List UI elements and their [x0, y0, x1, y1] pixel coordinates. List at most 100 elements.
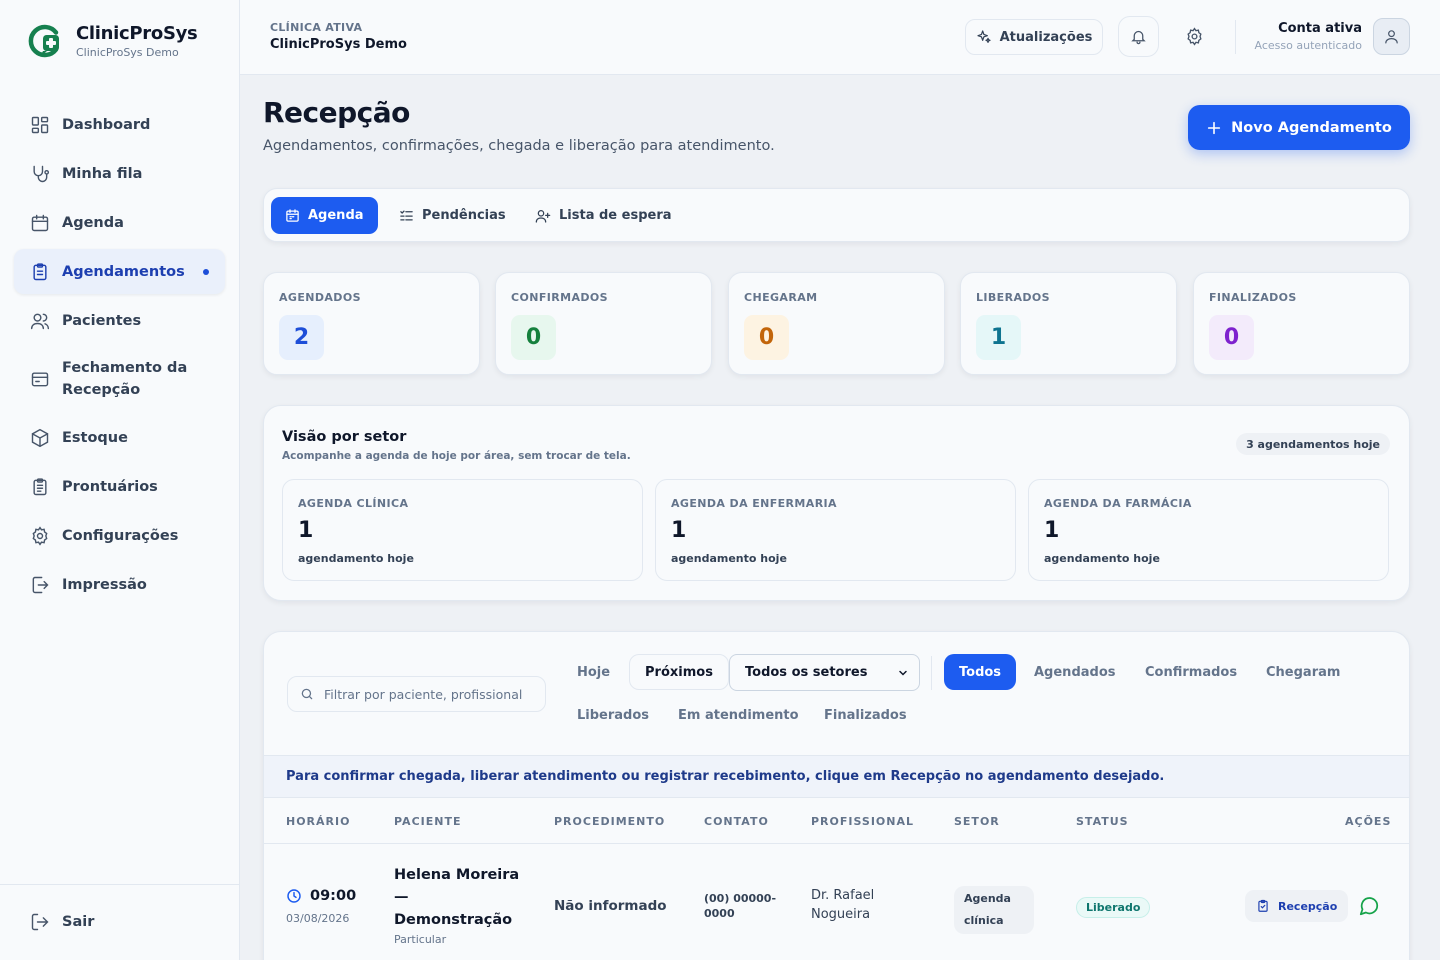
- sector-label: AGENDA DA ENFERMARIA: [671, 497, 837, 510]
- sidebar-item-impressao[interactable]: Impressão: [14, 562, 225, 607]
- sector-overview-title: Visão por setor: [282, 429, 407, 445]
- active-indicator-dot: [203, 268, 209, 275]
- sidebar-nav: Dashboard Minha fila Agenda Agendamentos…: [14, 102, 225, 611]
- appointment-date: 03/08/2026: [286, 912, 350, 925]
- column-header-paciente: PACIENTE: [394, 815, 462, 828]
- stat-card-liberados: LIBERADOS 1: [960, 272, 1177, 375]
- logout-button[interactable]: Sair: [30, 912, 94, 932]
- column-header-horario: HORÁRIO: [286, 815, 351, 828]
- settings-button[interactable]: [1174, 16, 1215, 57]
- sector-card-clinica[interactable]: AGENDA CLÍNICA 1 agendamento hoje: [282, 479, 643, 581]
- sidebar-item-label: Dashboard: [62, 116, 151, 133]
- search-icon: [301, 688, 313, 700]
- filter-divider: [931, 656, 932, 690]
- search-input[interactable]: [324, 686, 524, 702]
- topbar-divider: [1235, 20, 1236, 54]
- tab-pendencias[interactable]: Pendências: [385, 197, 520, 234]
- search-field[interactable]: [287, 676, 546, 712]
- tab-agenda[interactable]: Agenda: [271, 197, 378, 234]
- bell-icon: [1131, 30, 1146, 45]
- filter-status-liberados[interactable]: Liberados: [562, 697, 664, 733]
- sidebar-item-estoque[interactable]: Estoque: [14, 415, 225, 460]
- reception-button[interactable]: Recepção: [1245, 890, 1349, 922]
- stat-value: 0: [511, 315, 556, 360]
- appointments-today-badge: 3 agendamentos hoje: [1236, 433, 1390, 455]
- sidebar-item-fechamento[interactable]: Fechamento da Recepção: [14, 347, 225, 411]
- reception-hint: Para confirmar chegada, liberar atendime…: [264, 755, 1409, 798]
- stat-value: 2: [279, 315, 324, 360]
- sidebar-item-agenda[interactable]: Agenda: [14, 200, 225, 245]
- filter-status-finalizados[interactable]: Finalizados: [809, 697, 922, 733]
- column-header-acoes: AÇÕES: [1345, 815, 1392, 828]
- payment-type: Particular: [394, 933, 447, 947]
- sidebar-item-label: Fechamento da Recepção: [62, 359, 188, 398]
- sidebar-item-label: Prontuários: [62, 478, 158, 495]
- brand-name: ClinicProSys: [76, 23, 198, 44]
- sidebar-item-label: Agendamentos: [62, 263, 185, 280]
- column-header-contato: CONTATO: [704, 815, 769, 828]
- filter-hoje[interactable]: Hoje: [562, 654, 625, 690]
- calendar-icon: [286, 209, 299, 222]
- filter-status-agendados[interactable]: Agendados: [1019, 654, 1131, 690]
- logout-icon: [31, 913, 49, 931]
- updates-button[interactable]: Atualizações: [965, 19, 1103, 55]
- stat-card-confirmados: CONFIRMADOS 0: [495, 272, 712, 375]
- stat-label: CONFIRMADOS: [511, 291, 608, 304]
- clipboard-check-icon: [1258, 899, 1268, 912]
- time-cell: 09:00 03/08/2026: [286, 888, 356, 925]
- sidebar-item-label: Pacientes: [62, 312, 142, 329]
- calendar-icon: [31, 214, 49, 231]
- sector-note: agendamento hoje: [298, 552, 414, 565]
- sector-select[interactable]: Todos os setores: [729, 654, 920, 691]
- tab-lista-de-espera[interactable]: Lista de espera: [521, 197, 686, 234]
- patient-name[interactable]: Helena Moreira — Demonstração: [394, 864, 524, 931]
- sidebar-item-dashboard[interactable]: Dashboard: [14, 102, 225, 147]
- clock-icon: [287, 889, 301, 903]
- filter-proximos[interactable]: Próximos: [629, 654, 729, 690]
- sector-cell: Agenda clínica: [954, 886, 1034, 934]
- stat-card-chegaram: CHEGARAM 0: [728, 272, 945, 375]
- filter-status-em-atendimento[interactable]: Em atendimento: [663, 697, 814, 733]
- sidebar-item-agendamentos[interactable]: Agendamentos: [14, 249, 225, 294]
- stat-label: FINALIZADOS: [1209, 291, 1297, 304]
- sector-card-farmacia[interactable]: AGENDA DA FARMÁCIA 1 agendamento hoje: [1028, 479, 1389, 581]
- sector-overview-subtitle: Acompanhe a agenda de hoje por área, sem…: [282, 450, 631, 462]
- account-subtitle: Acesso autenticado: [1254, 39, 1362, 52]
- stat-label: AGENDADOS: [279, 291, 361, 304]
- sidebar-item-label: Estoque: [62, 429, 128, 446]
- stat-card-finalizados: FINALIZADOS 0: [1193, 272, 1410, 375]
- view-tabs: Agenda Pendências Lista de espera: [263, 188, 1410, 242]
- stat-value: 1: [976, 315, 1021, 360]
- sector-note: agendamento hoje: [671, 552, 787, 565]
- sidebar-item-pacientes[interactable]: Pacientes: [14, 298, 225, 343]
- box-search-icon: [31, 428, 49, 447]
- notifications-button[interactable]: [1118, 16, 1159, 57]
- sidebar-item-prontuarios[interactable]: Prontuários: [14, 464, 225, 509]
- appointments-list: Hoje Próximos Todos os setores Todos Age…: [263, 631, 1410, 960]
- filter-status-chegaram[interactable]: Chegaram: [1251, 654, 1355, 690]
- sector-pill: Agenda clínica: [954, 886, 1034, 934]
- clipboard-list-icon: [33, 477, 47, 495]
- page-title: Recepção: [263, 96, 410, 129]
- patient-cell: Helena Moreira — Demonstração Particular: [394, 864, 524, 946]
- user-plus-icon: [535, 209, 551, 223]
- sector-card-enfermaria[interactable]: AGENDA DA ENFERMARIA 1 agendamento hoje: [655, 479, 1016, 581]
- new-appointment-button[interactable]: Novo Agendamento: [1188, 105, 1410, 150]
- tab-label: Lista de espera: [559, 208, 672, 223]
- list-checks-icon: [400, 210, 413, 221]
- grid-icon: [31, 116, 49, 133]
- export-icon: [32, 576, 49, 593]
- sidebar-footer: Sair: [0, 884, 239, 960]
- tab-label: Pendências: [422, 208, 506, 223]
- filter-status-todos[interactable]: Todos: [944, 654, 1017, 690]
- logout-label: Sair: [62, 914, 95, 930]
- sidebar-item-minha-fila[interactable]: Minha fila: [14, 151, 225, 196]
- sidebar-item-configuracoes[interactable]: Configurações: [14, 513, 225, 558]
- brand-subtitle: ClinicProSys Demo: [76, 46, 179, 59]
- whatsapp-button[interactable]: [1358, 895, 1380, 917]
- filter-status-confirmados[interactable]: Confirmados: [1130, 654, 1252, 690]
- avatar[interactable]: [1373, 18, 1410, 55]
- brand[interactable]: ClinicProSys ClinicProSys Demo: [26, 22, 198, 60]
- clinic-label: CLÍNICA ATIVA: [270, 21, 363, 34]
- page-subtitle: Agendamentos, confirmações, chegada e li…: [263, 138, 775, 154]
